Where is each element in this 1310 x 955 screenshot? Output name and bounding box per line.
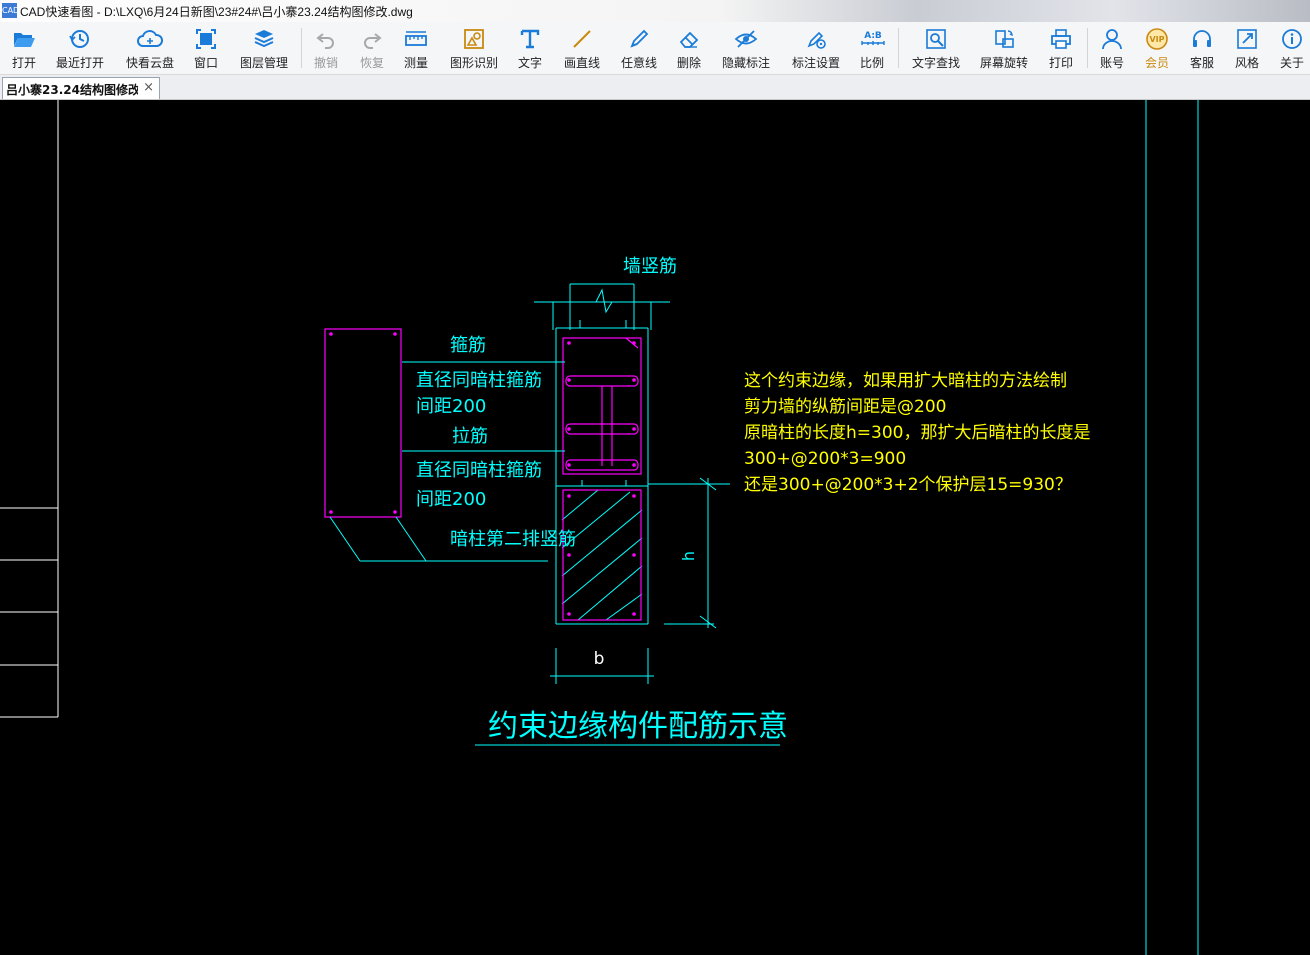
annotation-gear-icon <box>807 31 826 49</box>
close-icon[interactable]: × <box>143 80 154 95</box>
toolbar: 打开 最近打开 快看云盘 窗口 图层管理 撤销 恢复 测量 图形识别 文字 画直… <box>0 22 1310 75</box>
drawing-caption: 约束边缘构件配筋示意 <box>488 709 788 744</box>
account-button[interactable]: 账号 <box>1100 22 1124 74</box>
printer-icon <box>1051 29 1071 49</box>
undo-button[interactable]: 撤销 <box>314 22 338 74</box>
shape-recognition-icon <box>464 29 484 49</box>
eye-hidden-icon <box>734 30 758 48</box>
document-tab[interactable]: 吕小寨23.24结构图修改 × <box>2 77 160 99</box>
drawing-frame-left <box>0 100 59 718</box>
toolbar-separator <box>301 28 302 68</box>
straight-line-icon <box>573 30 591 48</box>
stirrup-spacing-1: 间距200 <box>416 396 486 417</box>
eraser-icon <box>679 31 699 48</box>
redo-arrow-icon <box>364 33 382 49</box>
style-expand-icon <box>1237 29 1257 49</box>
app-logo-icon: CAD <box>2 3 19 18</box>
document-tab-bar: 吕小寨23.24结构图修改 × <box>0 75 1310 100</box>
second-row-label: 暗柱第二排竖筋 <box>450 529 576 550</box>
drawing-labels: 墙竖筋 箍筋 直径同暗柱箍筋 间距200 拉筋 直径同暗柱箍筋 间距200 暗柱… <box>416 256 677 550</box>
dimension-b-label: b <box>594 649 605 669</box>
vip-badge-icon: VIP <box>1146 28 1168 50</box>
svg-text:VIP: VIP <box>1149 35 1164 44</box>
recent-open-button[interactable]: 最近打开 <box>56 22 104 74</box>
measure-button[interactable]: 测量 <box>404 22 428 74</box>
layer-manager-button[interactable]: 图层管理 <box>240 22 288 74</box>
layers-icon <box>254 30 274 48</box>
wall-rebar-label: 墙竖筋 <box>623 256 677 277</box>
drawing-frame-right <box>1145 100 1199 955</box>
title-bar: CAD CAD快速看图 - D:\LXQ\6月24日新图\23#24#\吕小寨2… <box>0 0 1310 23</box>
stirrup-label: 箍筋 <box>450 335 486 356</box>
stirrup-spacing-2: 间距200 <box>416 489 486 510</box>
folder-open-icon <box>14 33 35 47</box>
annotation-settings-button[interactable]: 标注设置 <box>792 22 840 74</box>
note-line-4: 300+@200*3=900 <box>744 449 906 469</box>
toolbar-separator <box>1087 28 1088 68</box>
screen-rotate-button[interactable]: 屏幕旋转 <box>980 22 1028 74</box>
svg-text:A:B: A:B <box>864 31 882 41</box>
window-title: CAD快速看图 - D:\LXQ\6月24日新图\23#24#\吕小寨23.24… <box>20 5 413 19</box>
user-icon <box>1102 29 1122 50</box>
dimension-h-label: h <box>679 551 698 561</box>
text-search-button[interactable]: 文字查找 <box>912 22 960 74</box>
text-t-icon <box>520 29 540 49</box>
stirrup-spec-1: 直径同暗柱箍筋 <box>416 370 542 391</box>
print-button[interactable]: 打印 <box>1049 22 1073 74</box>
stirrup-spec-2: 直径同暗柱箍筋 <box>416 460 542 481</box>
freehand-line-button[interactable]: 任意线 <box>621 22 657 74</box>
tab-title: 吕小寨23.24结构图修改 <box>6 83 138 97</box>
hide-annotation-button[interactable]: 隐藏标注 <box>722 22 770 74</box>
customer-service-button[interactable]: 客服 <box>1190 22 1214 74</box>
note-line-5: 还是300+@200*3+2个保护层15=930？ <box>744 475 1072 495</box>
cloud-icon <box>137 30 163 47</box>
about-button[interactable]: 关于 <box>1280 22 1304 74</box>
drawing-canvas[interactable]: h b 墙竖筋 箍筋 直径同暗柱箍筋 间距200 拉筋 直径同暗柱箍筋 间距20… <box>0 100 1310 955</box>
history-clock-icon <box>69 30 89 48</box>
cloud-drive-button[interactable]: 快看云盘 <box>126 22 174 74</box>
redo-button[interactable]: 恢复 <box>360 22 384 74</box>
window-zoom-icon <box>196 29 216 49</box>
ruler-icon <box>405 31 427 46</box>
open-button[interactable]: 打开 <box>6 22 42 74</box>
window-button[interactable]: 窗口 <box>192 22 220 74</box>
draw-line-button[interactable]: 画直线 <box>564 22 600 74</box>
undo-arrow-icon <box>316 33 334 49</box>
vip-member-button[interactable]: VIP 会员 <box>1144 22 1170 74</box>
hatch-area <box>561 489 643 621</box>
cad-drawing: h b 墙竖筋 箍筋 直径同暗柱箍筋 间距200 拉筋 直径同暗柱箍筋 间距20… <box>0 100 1199 955</box>
delete-button[interactable]: 删除 <box>677 22 701 74</box>
note-line-3: 原暗柱的长度h=300，那扩大后暗柱的长度是 <box>744 423 1090 443</box>
shape-recognition-button[interactable]: 图形识别 <box>450 22 498 74</box>
toolbar-separator <box>898 28 899 68</box>
rotate-screen-icon <box>995 30 1014 48</box>
style-button[interactable]: 风格 <box>1235 22 1259 74</box>
note-line-2: 剪力墙的纵筋间距是@200 <box>744 397 946 417</box>
user-note: 这个约束边缘，如果用扩大暗柱的方法绘制 剪力墙的纵筋间距是@200 原暗柱的长度… <box>744 371 1090 495</box>
text-search-icon <box>926 29 946 49</box>
info-icon <box>1282 29 1302 49</box>
text-button[interactable]: 文字 <box>518 22 542 74</box>
pen-icon <box>630 29 649 48</box>
headset-icon <box>1193 30 1211 47</box>
tie-bar-label: 拉筋 <box>452 426 488 447</box>
note-line-1: 这个约束边缘，如果用扩大暗柱的方法绘制 <box>744 371 1067 391</box>
scale-ratio-icon: A:B <box>861 31 885 45</box>
scale-button[interactable]: A:B 比例 <box>860 22 885 74</box>
